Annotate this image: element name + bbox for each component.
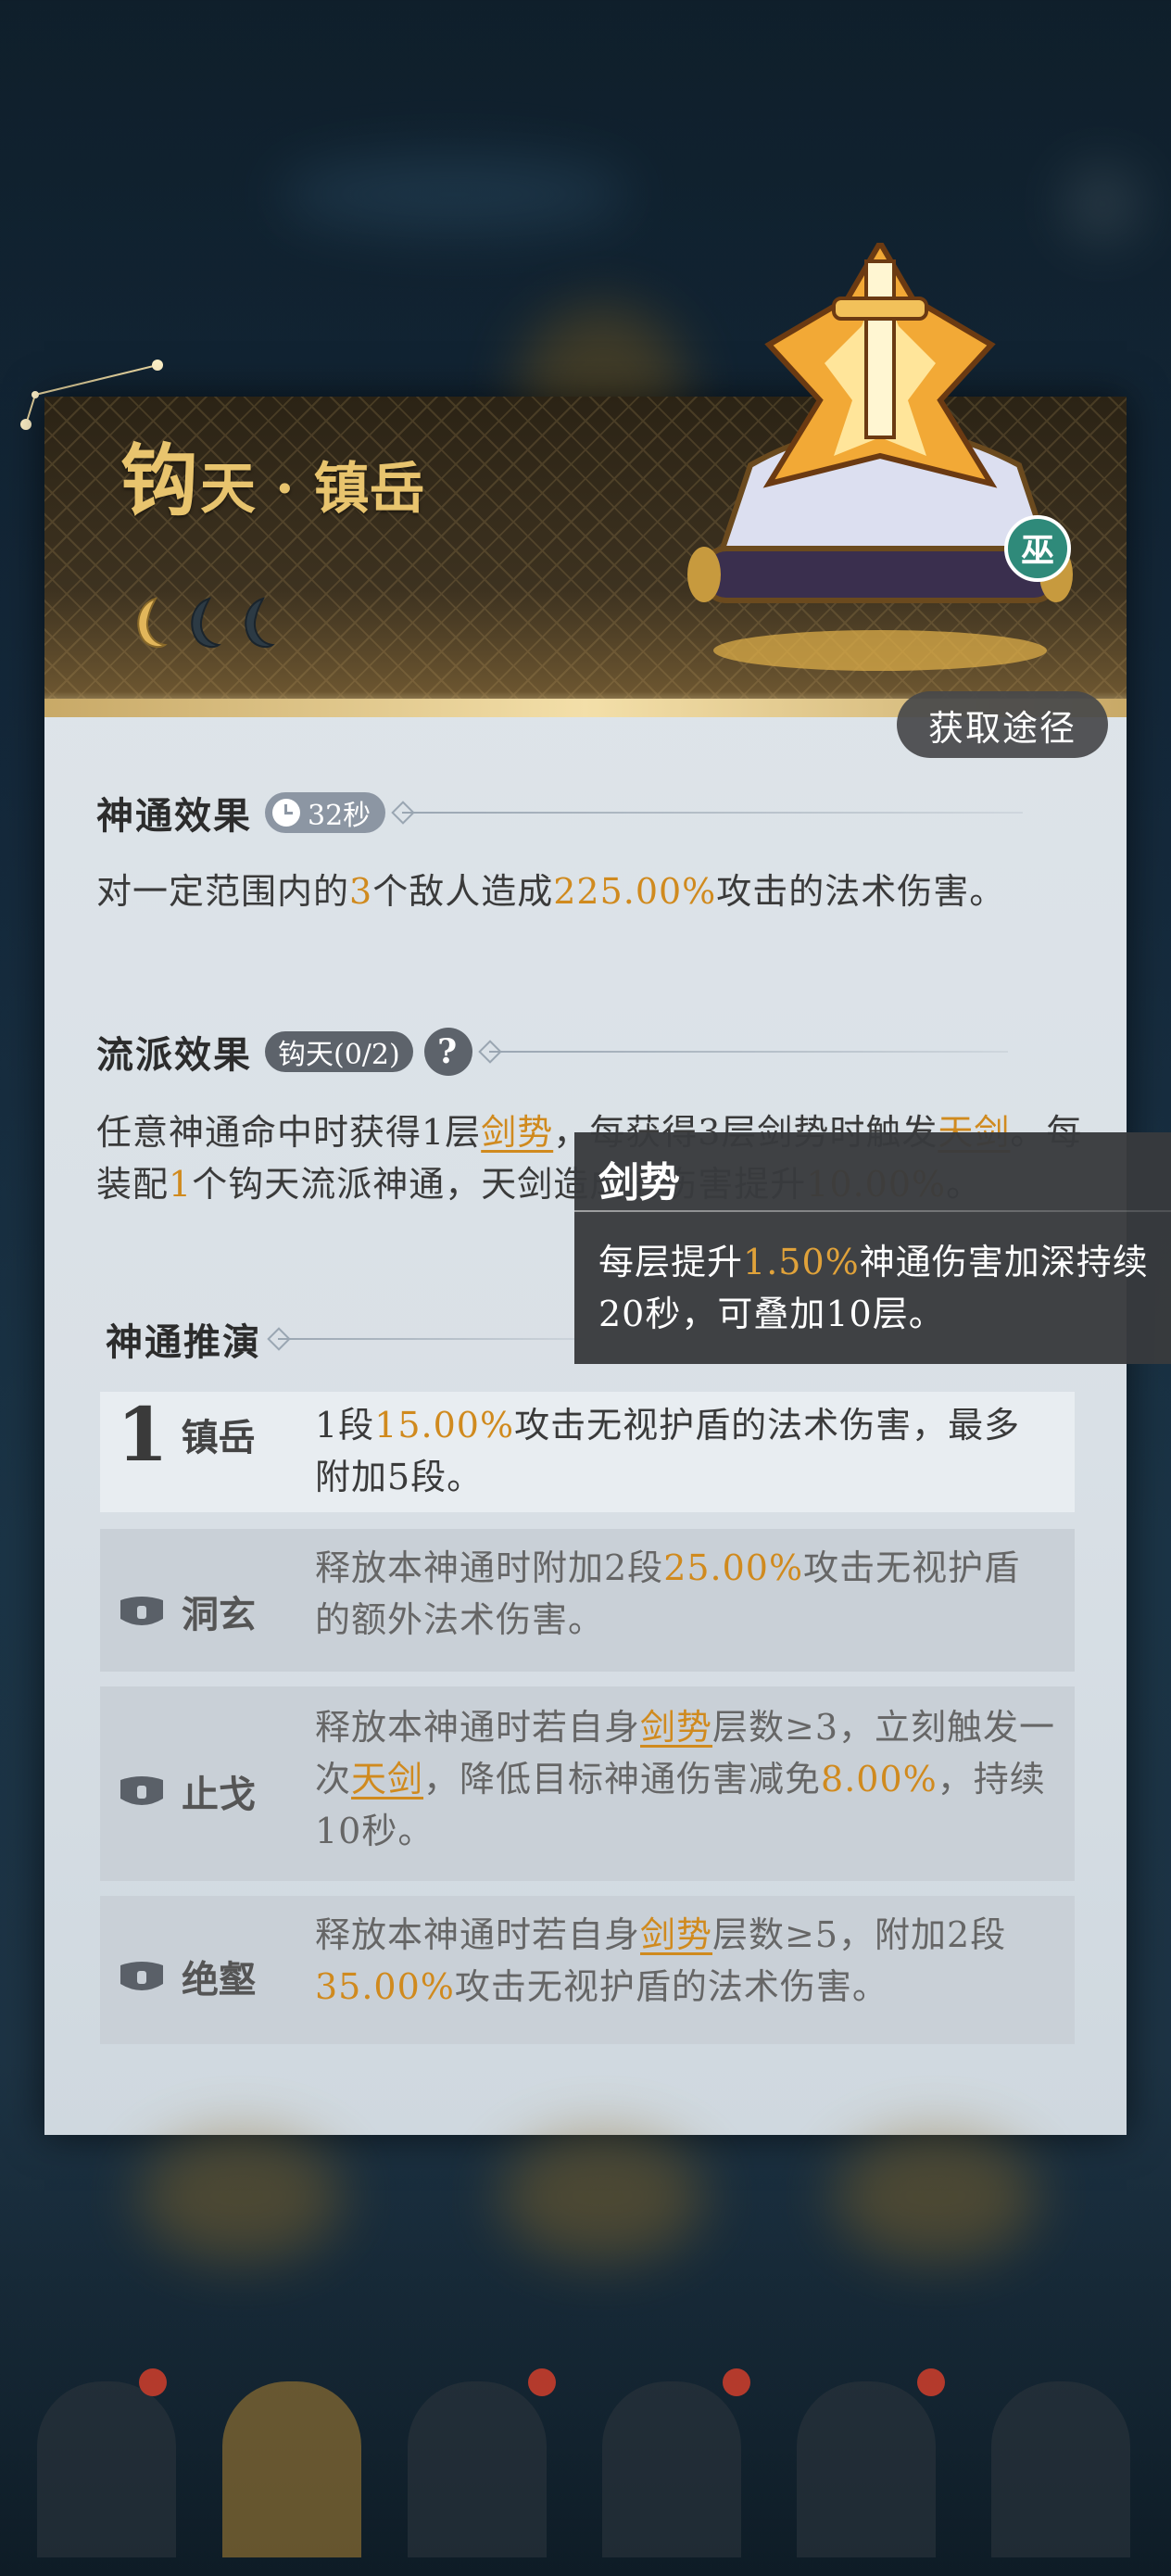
evolution-name: 镇岳	[181, 1416, 256, 1459]
highlight-value: 1	[169, 1164, 193, 1205]
background-blob	[1065, 167, 1140, 241]
tooltip-text: 每层提升1.50%神通伤害加深持续20秒，可叠加10层。	[598, 1236, 1171, 1340]
text-segment: 释放本神通时若自身	[315, 1914, 641, 1955]
nav-slot	[222, 2381, 361, 2557]
moon-filled-icon	[128, 595, 169, 650]
nav-slot	[602, 2381, 741, 2557]
highlight-value: 35.00%	[315, 1966, 455, 2007]
effect-heading-row: 神通效果 32秒	[96, 786, 1024, 840]
moon-empty-icon	[182, 595, 222, 650]
evolution-label: 洞玄	[117, 1585, 256, 1638]
evolution-name: 洞玄	[182, 1593, 256, 1636]
evolution-heading-row: 神通推演	[106, 1312, 584, 1366]
keyword-link[interactable]: 天剑	[351, 1759, 423, 1799]
nav-slot	[991, 2381, 1130, 2557]
highlight-value: 3	[349, 871, 373, 912]
divider-line	[402, 812, 1024, 814]
background-item	[834, 2131, 1038, 2261]
nav-slot	[37, 2381, 176, 2557]
school-heading-row: 流派效果 钩天(0/2) ?	[96, 1025, 1008, 1079]
effect-heading: 神通效果	[96, 794, 252, 838]
background-blob	[278, 158, 630, 232]
level-moons	[128, 595, 276, 650]
cooldown-badge: 32秒	[265, 792, 386, 833]
highlight-value: 225.00%	[553, 871, 717, 912]
text-segment: 个敌人造成	[372, 871, 554, 912]
notification-dot	[528, 2368, 556, 2396]
background-item	[500, 2131, 704, 2261]
text-segment: 1段	[315, 1405, 375, 1446]
sword-scroll-emblem-icon: 巫	[686, 237, 1093, 678]
evolution-text: 释放本神通时若自身剑势层数≥3，立刻触发一次天剑，降低目标神通伤害减免8.00%…	[315, 1701, 1056, 1857]
evolution-row[interactable]: 洞玄 释放本神通时附加2段25.00%攻击无视护盾的额外法术伤害。	[100, 1529, 1075, 1672]
highlight-value: 8.00%	[821, 1759, 938, 1799]
highlight-value: 25.00%	[663, 1547, 804, 1588]
evolution-row[interactable]: 止戈 释放本神通时若自身剑势层数≥3，立刻触发一次天剑，降低目标神通伤害减免8.…	[100, 1686, 1075, 1881]
evolution-text: 释放本神通时附加2段25.00%攻击无视护盾的额外法术伤害。	[315, 1542, 1056, 1646]
text-segment: ，降低目标神通伤害减免	[423, 1759, 822, 1799]
divider-line	[488, 1051, 1008, 1053]
nav-slot	[797, 2381, 936, 2557]
evolution-heading: 神通推演	[106, 1320, 261, 1364]
evolution-label: 1 镇岳	[117, 1397, 256, 1471]
highlight-value: 15.00%	[374, 1405, 515, 1446]
text-segment: 层数≥5，附加2段	[712, 1914, 1007, 1955]
cooldown-value: 32秒	[308, 800, 371, 832]
skill-title-first: 钩	[120, 435, 199, 526]
text-segment: 释放本神通时若自身	[315, 1707, 641, 1748]
notification-dot	[917, 2368, 945, 2396]
effect-text: 对一定范围内的3个敌人造成225.00%攻击的法术伤害。	[96, 865, 1097, 917]
evolution-row[interactable]: 1 镇岳 1段15.00%攻击无视护盾的法术伤害，最多附加5段。	[100, 1392, 1075, 1512]
highlight-value: 1.50%	[743, 1242, 860, 1282]
text-segment: 每层提升	[598, 1242, 744, 1282]
divider-line	[278, 1338, 584, 1340]
evolution-text: 1段15.00%攻击无视护盾的法术伤害，最多附加5段。	[315, 1399, 1056, 1503]
text-segment: 攻击的法术伤害。	[716, 871, 1006, 912]
help-button[interactable]: ?	[423, 1028, 472, 1076]
background-item	[139, 2131, 343, 2261]
text-segment: 攻击无视护盾的法术伤害。	[454, 1966, 888, 2007]
tooltip-title: 剑势	[598, 1159, 680, 1206]
text-segment: 任意神通命中时获得1层	[96, 1112, 482, 1153]
keyword-link[interactable]: 剑势	[481, 1112, 553, 1153]
school-badge-text: 巫	[1021, 532, 1054, 570]
acquire-button[interactable]: 获取途径	[897, 691, 1108, 758]
notification-dot	[723, 2368, 750, 2396]
evolution-number: 1	[117, 1391, 169, 1478]
skill-title: 钩 天 · 镇岳	[120, 419, 425, 531]
lock-icon	[120, 1776, 163, 1805]
keyword-tooltip: 剑势 每层提升1.50%神通伤害加深持续20秒，可叠加10层。	[574, 1132, 1171, 1364]
evolution-name: 绝壑	[182, 1958, 256, 2001]
evolution-name: 止戈	[182, 1773, 256, 1816]
text-segment: 释放本神通时附加2段	[315, 1547, 664, 1588]
school-heading: 流派效果	[96, 1033, 252, 1077]
moon-empty-icon	[235, 595, 276, 650]
evolution-label: 止戈	[117, 1764, 256, 1818]
clock-icon	[272, 799, 300, 827]
lock-icon	[120, 1962, 163, 1990]
evolution-label: 绝壑	[117, 1950, 256, 2003]
nav-slot	[408, 2381, 547, 2557]
skill-title-rest: 天 · 镇岳	[200, 457, 425, 522]
evolution-row[interactable]: 绝壑 释放本神通时若自身剑势层数≥5，附加2段 35.00%攻击无视护盾的法术伤害…	[100, 1896, 1075, 2044]
keyword-link[interactable]: 剑势	[640, 1914, 712, 1955]
tooltip-divider	[574, 1210, 1171, 1212]
keyword-link[interactable]: 剑势	[640, 1707, 712, 1748]
text-segment: 对一定范围内的	[96, 871, 350, 912]
notification-dot	[139, 2368, 167, 2396]
lock-icon	[120, 1597, 163, 1625]
school-tag: 钩天(0/2)	[265, 1031, 413, 1072]
evolution-text: 释放本神通时若自身剑势层数≥5，附加2段 35.00%攻击无视护盾的法术伤害。	[315, 1909, 1056, 2013]
